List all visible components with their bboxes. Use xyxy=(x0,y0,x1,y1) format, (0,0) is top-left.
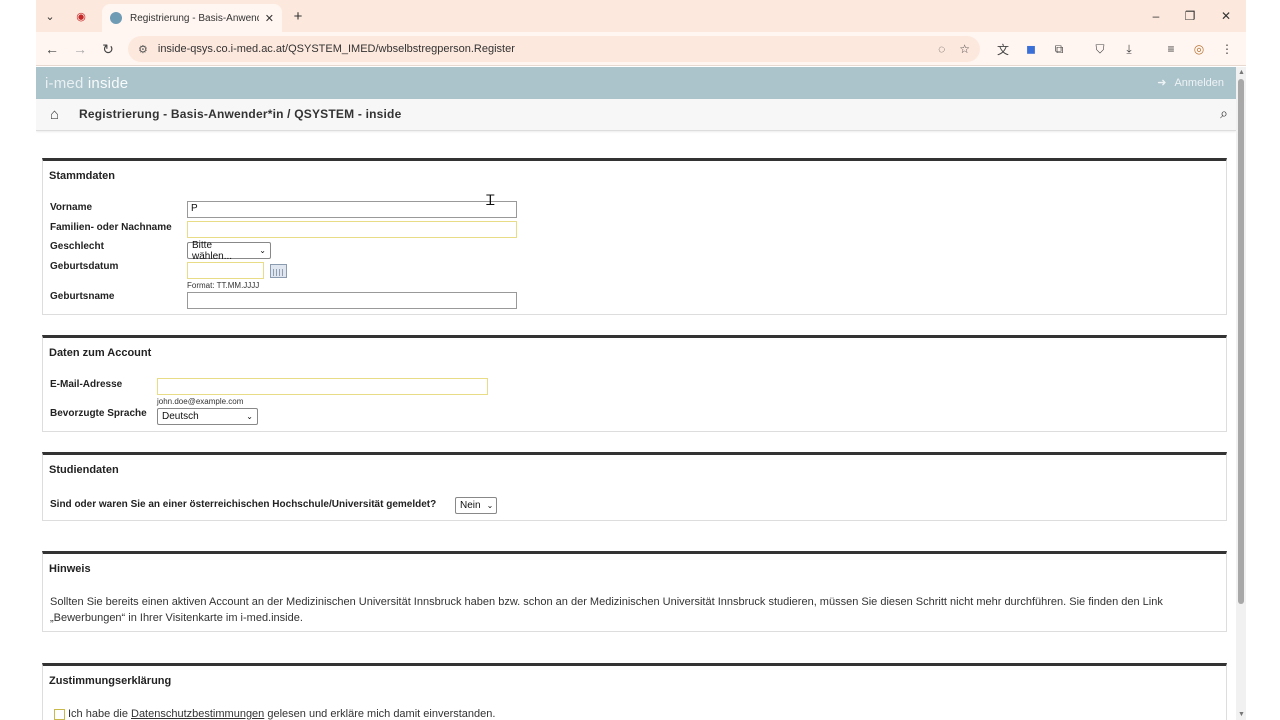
translate-extension-icon[interactable]: 文 xyxy=(994,40,1012,58)
extensions-puzzle-icon[interactable]: ⧉ xyxy=(1050,40,1068,58)
minimize-icon[interactable]: – xyxy=(1144,6,1168,26)
section-title: Daten zum Account xyxy=(49,347,152,359)
vorname-label: Vorname xyxy=(50,202,93,213)
geschlecht-label: Geschlecht xyxy=(50,241,104,252)
address-bar[interactable]: ⚙ inside-qsys.co.i-med.ac.at/QSYSTEM_IME… xyxy=(128,36,980,62)
zustimmung-text-after: gelesen und erkläre mich damit einversta… xyxy=(267,708,496,720)
zustimmung-text-before: Ich habe die xyxy=(68,708,128,720)
tab-registrierung[interactable]: Registrierung - Basis-Anwender*in ✕ xyxy=(102,4,282,32)
tab-title: Registrierung - Basis-Anwender*in xyxy=(130,12,259,24)
chevron-down-icon: ⌄ xyxy=(486,501,494,510)
menu-kebab-icon[interactable]: ⋮ xyxy=(1218,40,1236,58)
site-banner: i-med inside ➜ Anmelden xyxy=(36,67,1236,99)
section-title: Hinweis xyxy=(49,563,91,575)
geburtsdatum-format-hint: Format: TT.MM.JJJJ xyxy=(187,281,260,290)
login-link[interactable]: ➜ Anmelden xyxy=(1157,76,1224,90)
text-cursor-icon: Ꮖ xyxy=(486,193,496,209)
section-zustimmung: Zustimmungserklärung Ich habe die Datens… xyxy=(42,663,1227,720)
close-tab-icon[interactable]: ✕ xyxy=(265,12,274,25)
login-label: Anmelden xyxy=(1174,76,1224,89)
profile-avatar-icon[interactable]: ◎ xyxy=(1190,40,1208,58)
sub-navigation: ⌂ Registrierung - Basis-Anwender*in / QS… xyxy=(36,99,1236,131)
sprache-select[interactable]: Deutsch ⌄ xyxy=(157,408,258,425)
tab-strip: ⌄ ◉ Registrierung - Basis-Anwender*in ✕ … xyxy=(36,0,1246,32)
email-hint: john.doe@example.com xyxy=(157,397,244,406)
screen: ⌄ ◉ Registrierung - Basis-Anwender*in ✕ … xyxy=(0,0,1280,720)
zustimmung-text: Ich habe die Datenschutzbestimmungen gel… xyxy=(68,706,495,720)
calendar-icon[interactable] xyxy=(270,264,287,278)
hinweis-text: Sollten Sie bereits einen aktiven Accoun… xyxy=(50,596,1163,624)
scrollbar-thumb[interactable] xyxy=(1238,79,1244,604)
reading-list-icon[interactable]: ≡ xyxy=(1162,40,1180,58)
close-window-icon[interactable]: ✕ xyxy=(1214,6,1238,26)
url-text[interactable]: inside-qsys.co.i-med.ac.at/QSYSTEM_IMED/… xyxy=(158,43,924,55)
hochschule-frage: Sind oder waren Sie an einer österreichi… xyxy=(50,499,437,510)
site-logo[interactable]: i-med inside xyxy=(45,75,128,92)
incognito-icon[interactable]: ⛉ xyxy=(1091,40,1109,58)
page-content: i-med inside ➜ Anmelden ⌂ Registrierung … xyxy=(36,67,1236,720)
breadcrumb: Registrierung - Basis-Anwender*in / QSYS… xyxy=(79,107,402,121)
eye-off-icon[interactable]: ◌ xyxy=(938,42,945,56)
section-title: Stammdaten xyxy=(49,170,116,182)
section-account: Daten zum Account E-Mail-Adresse john.do… xyxy=(42,335,1227,432)
browser-window: ⌄ ◉ Registrierung - Basis-Anwender*in ✕ … xyxy=(36,0,1246,720)
geburtsname-label: Geburtsname xyxy=(50,291,115,302)
brand-part1: i-med xyxy=(45,75,84,92)
scroll-up-icon[interactable]: ▲ xyxy=(1238,69,1245,76)
vorname-input[interactable]: P xyxy=(187,201,517,218)
email-input[interactable] xyxy=(157,378,488,395)
section-title: Zustimmungserklärung xyxy=(49,675,172,687)
right-margin xyxy=(1246,0,1280,720)
record-icon[interactable]: ◉ xyxy=(71,6,91,26)
home-icon[interactable]: ⌂ xyxy=(50,106,59,123)
nachname-input[interactable] xyxy=(187,221,517,238)
hochschule-value: Nein xyxy=(460,500,481,511)
browser-toolbar: ← → ↻ ⚙ inside-qsys.co.i-med.ac.at/QSYST… xyxy=(36,32,1246,66)
scroll-down-icon[interactable]: ▼ xyxy=(1238,711,1245,718)
section-title: Studiendaten xyxy=(49,464,119,476)
zustimmung-checkbox[interactable] xyxy=(54,709,65,720)
hochschule-select[interactable]: Nein ⌄ xyxy=(455,497,497,514)
section-studiendaten: Studiendaten Sind oder waren Sie an eine… xyxy=(42,452,1227,521)
login-icon: ➜ xyxy=(1157,77,1167,89)
extension-blue-icon[interactable]: ◼ xyxy=(1022,40,1040,58)
download-icon[interactable]: ⤓ xyxy=(1120,40,1138,58)
geschlecht-select[interactable]: Bitte wählen... ⌄ xyxy=(187,239,271,262)
sprache-label: Bevorzugte Sprache xyxy=(50,408,147,419)
back-icon[interactable]: ← xyxy=(42,39,62,59)
chevron-down-icon: ⌄ xyxy=(246,412,253,421)
globe-favicon-icon xyxy=(110,12,122,24)
geburtsdatum-input[interactable] xyxy=(187,262,264,279)
datenschutz-link[interactable]: Datenschutzbestimmungen xyxy=(131,708,264,720)
restore-icon[interactable]: ❐ xyxy=(1178,6,1202,26)
email-label: E-Mail-Adresse xyxy=(50,379,123,390)
new-tab-plus-icon[interactable]: + xyxy=(288,6,308,26)
sprache-value: Deutsch xyxy=(162,411,199,422)
forward-icon[interactable]: → xyxy=(70,39,90,59)
tab-search-chevron-down-icon[interactable]: ⌄ xyxy=(40,6,60,26)
section-stammdaten: Stammdaten Vorname P Familien- oder Nach… xyxy=(42,158,1227,315)
section-hinweis: Hinweis Sollten Sie bereits einen aktive… xyxy=(42,551,1227,632)
search-icon[interactable]: ⌕ xyxy=(1220,105,1228,122)
geburtsname-input[interactable] xyxy=(187,292,517,309)
brand-part2: inside xyxy=(87,75,129,92)
geschlecht-value: Bitte wählen... xyxy=(192,239,233,262)
geburtsdatum-label: Geburtsdatum xyxy=(50,261,119,272)
star-icon[interactable]: ☆ xyxy=(959,42,970,56)
chevron-down-icon: ⌄ xyxy=(259,246,266,255)
site-info-icon[interactable]: ⚙ xyxy=(138,43,148,56)
nachname-label: Familien- oder Nachname xyxy=(50,222,172,233)
left-margin xyxy=(0,0,36,720)
reload-icon[interactable]: ↻ xyxy=(98,39,118,59)
page-scrollbar[interactable]: ▲ ▼ xyxy=(1236,67,1246,720)
